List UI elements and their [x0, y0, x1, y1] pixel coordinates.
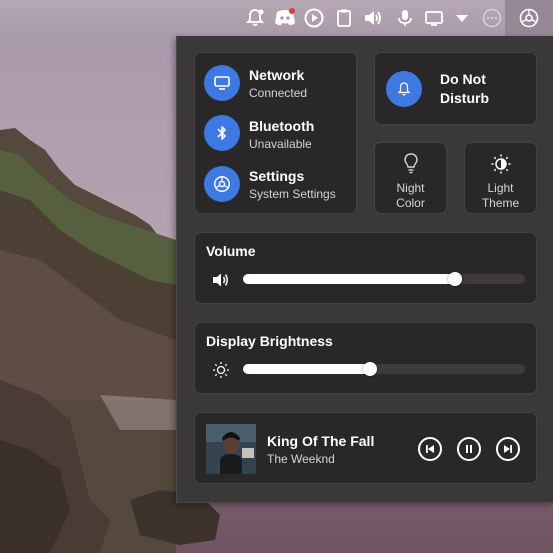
- discord-icon[interactable]: [273, 7, 295, 29]
- quick-settings-toggle[interactable]: [505, 0, 553, 36]
- media-player-card: King Of The Fall The Weeknd: [194, 412, 537, 484]
- settings-row[interactable]: Settings System Settings: [195, 157, 356, 209]
- microphone-icon[interactable]: [394, 7, 416, 29]
- night-color-label-line1: Night: [396, 181, 425, 195]
- network-row[interactable]: Network Connected: [195, 53, 356, 103]
- connectivity-card: Network Connected Bluetooth Unavailable …: [194, 52, 357, 214]
- bluetooth-status: Unavailable: [249, 137, 312, 151]
- pause-icon: [466, 445, 472, 453]
- dnd-label-line2: Disturb: [440, 90, 489, 106]
- more-icon[interactable]: [481, 7, 503, 29]
- chevron-down-icon[interactable]: [451, 7, 473, 29]
- volume-icon[interactable]: [362, 7, 384, 29]
- settings-subtitle: System Settings: [249, 187, 336, 201]
- top-bar: [0, 0, 553, 36]
- volume-title: Volume: [206, 243, 256, 259]
- light-theme-label-line1: Light: [487, 181, 514, 195]
- brightness-slider-handle[interactable]: [363, 362, 377, 376]
- light-theme-label-line2: Theme: [481, 196, 520, 210]
- night-color-label: Night Color: [375, 181, 446, 211]
- volume-slider-fill: [243, 274, 455, 284]
- skip-back-icon: [426, 445, 434, 453]
- brightness-slider-fill: [243, 364, 370, 374]
- speaker-icon[interactable]: [211, 271, 231, 289]
- sun-half-icon: [491, 154, 511, 174]
- volume-slider[interactable]: [243, 272, 525, 286]
- bluetooth-icon: [217, 126, 226, 140]
- clipboard-icon[interactable]: [333, 7, 355, 29]
- settings-title: Settings: [249, 168, 305, 184]
- bluetooth-title: Bluetooth: [249, 118, 315, 134]
- dnd-label: Do Not Disturb: [440, 70, 489, 108]
- bluetooth-row[interactable]: Bluetooth Unavailable: [195, 105, 356, 155]
- album-art[interactable]: [206, 424, 256, 474]
- lightbulb-icon: [404, 153, 418, 174]
- quick-settings-panel: Network Connected Bluetooth Unavailable …: [176, 36, 553, 503]
- display-icon[interactable]: [423, 7, 445, 29]
- settings-icon: [214, 176, 230, 192]
- settings-icon: [518, 7, 540, 29]
- brightness-icon: [213, 362, 229, 378]
- bell-alert-icon[interactable]: [244, 7, 266, 29]
- next-track-button[interactable]: [496, 437, 520, 461]
- track-artist: The Weeknd: [267, 452, 335, 466]
- previous-track-button[interactable]: [418, 437, 442, 461]
- light-theme-label: Light Theme: [465, 181, 536, 211]
- dnd-button: [386, 71, 422, 107]
- brightness-slider[interactable]: [243, 362, 525, 376]
- network-title: Network: [249, 67, 305, 83]
- night-color-label-line2: Color: [396, 196, 425, 210]
- volume-slider-handle[interactable]: [448, 272, 462, 286]
- dnd-label-line1: Do Not: [440, 71, 486, 87]
- night-color-toggle[interactable]: Night Color: [374, 142, 447, 214]
- brightness-title: Display Brightness: [206, 333, 333, 349]
- skip-forward-icon: [504, 445, 512, 453]
- monitor-icon: [214, 76, 230, 90]
- brightness-card: Display Brightness: [194, 322, 537, 394]
- pause-button[interactable]: [457, 437, 481, 461]
- network-status: Connected: [249, 86, 308, 100]
- volume-card: Volume: [194, 232, 537, 304]
- light-theme-toggle[interactable]: Light Theme: [464, 142, 537, 214]
- bluetooth-toggle[interactable]: [204, 115, 240, 151]
- do-not-disturb-toggle[interactable]: Do Not Disturb: [374, 52, 537, 125]
- track-title: King Of The Fall: [267, 433, 375, 449]
- play-circle-icon[interactable]: [303, 7, 325, 29]
- bell-icon: [397, 82, 411, 96]
- settings-button[interactable]: [204, 166, 240, 202]
- network-toggle[interactable]: [204, 65, 240, 101]
